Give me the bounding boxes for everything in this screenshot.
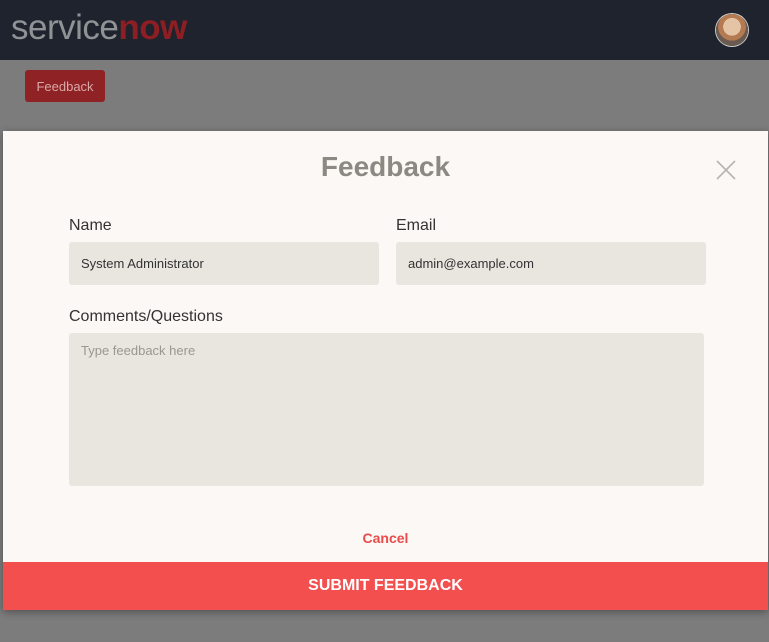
logo-service-text: service bbox=[11, 8, 119, 47]
cancel-button[interactable]: Cancel bbox=[3, 530, 768, 546]
email-label: Email bbox=[396, 217, 437, 234]
feedback-modal: Feedback Name Email Comments/Questions C… bbox=[3, 131, 768, 610]
logo-now-text: now bbox=[118, 8, 187, 47]
user-avatar[interactable] bbox=[716, 14, 748, 46]
name-label: Name bbox=[69, 217, 112, 234]
name-field[interactable] bbox=[69, 242, 379, 285]
submit-feedback-button[interactable]: SUBMIT FEEDBACK bbox=[3, 562, 768, 610]
email-field[interactable] bbox=[396, 242, 706, 285]
modal-title: Feedback bbox=[320, 151, 451, 182]
top-header: servicenow bbox=[0, 0, 769, 60]
comments-label: Comments/Questions bbox=[69, 308, 223, 325]
servicenow-logo[interactable]: servicenow bbox=[11, 8, 187, 48]
close-icon[interactable] bbox=[713, 157, 739, 183]
page-feedback-button[interactable]: Feedback bbox=[25, 70, 105, 102]
comments-textarea[interactable] bbox=[69, 333, 704, 486]
